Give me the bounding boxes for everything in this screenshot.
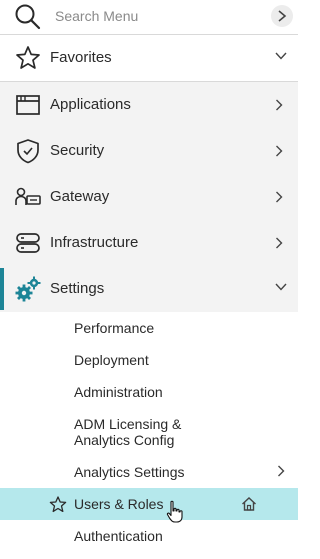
chevron-right-icon	[276, 191, 283, 203]
submenu-item-authentication[interactable]: Authentication	[74, 528, 163, 544]
submenu-item-administration[interactable]: Administration	[74, 384, 163, 400]
active-indicator	[0, 268, 4, 310]
hand-cursor-icon	[166, 500, 183, 523]
applications-icon	[16, 95, 40, 115]
star-icon	[16, 46, 40, 69]
search-bar[interactable]: Search Menu	[0, 0, 298, 35]
favorite-star-icon[interactable]	[49, 496, 67, 513]
gears-icon	[15, 276, 41, 302]
menu-item-favorites[interactable]: Favorites	[0, 35, 298, 82]
menu-item-gateway[interactable]: Gateway	[0, 174, 298, 220]
chevron-down-icon	[275, 283, 287, 291]
menu-item-label: Settings	[50, 280, 105, 297]
menu-item-label: Applications	[50, 96, 131, 113]
submenu-item-adm-licensing-line1[interactable]: ADM Licensing &	[74, 416, 181, 432]
shield-icon	[17, 139, 39, 164]
menu-item-label: Gateway	[50, 188, 110, 205]
menu-item-applications[interactable]: Applications	[0, 82, 298, 128]
submenu-item-adm-licensing-line2[interactable]: Analytics Config	[74, 432, 174, 448]
menu-item-infrastructure[interactable]: Infrastructure	[0, 220, 298, 266]
submenu-item-analytics-settings[interactable]: Analytics Settings	[74, 464, 185, 480]
chevron-right-icon	[276, 99, 283, 111]
infrastructure-icon	[16, 233, 40, 253]
home-icon[interactable]	[241, 496, 257, 512]
search-icon	[15, 4, 41, 30]
menu-item-label: Infrastructure	[50, 234, 139, 251]
search-input[interactable]: Search Menu	[55, 8, 138, 24]
chevron-down-icon	[275, 52, 287, 60]
menu-item-label: Favorites	[50, 49, 112, 66]
chevron-right-icon	[278, 10, 287, 22]
chevron-right-icon	[278, 465, 285, 477]
menu-item-security[interactable]: Security	[0, 128, 298, 174]
menu-item-settings[interactable]: Settings	[0, 266, 298, 312]
chevron-right-icon	[276, 145, 283, 157]
gateway-icon	[15, 187, 41, 205]
submenu-item-performance[interactable]: Performance	[74, 320, 154, 336]
chevron-right-icon	[276, 237, 283, 249]
submenu-item-deployment[interactable]: Deployment	[74, 352, 149, 368]
submenu-item-users-roles[interactable]: Users & Roles	[74, 496, 163, 512]
search-expand-button[interactable]	[271, 5, 293, 27]
navigation-menu: Search Menu Favorites Applications Secur…	[0, 0, 298, 559]
menu-item-label: Security	[50, 142, 105, 159]
